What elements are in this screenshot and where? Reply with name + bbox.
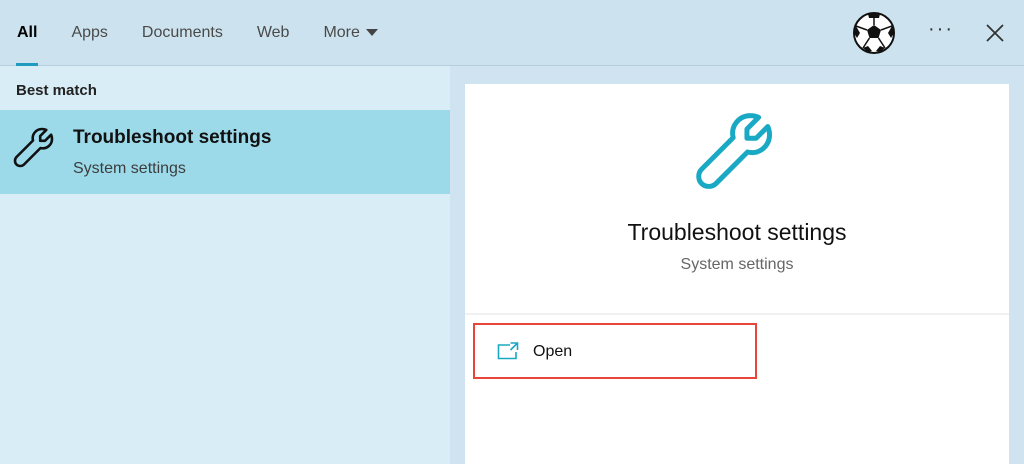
open-label: Open <box>533 343 573 360</box>
caret-down-icon <box>365 29 378 36</box>
open-icon <box>497 342 519 360</box>
header-actions: ··· <box>852 0 1004 66</box>
tab-web[interactable]: Web <box>240 0 307 66</box>
section-label: Best match <box>16 82 97 99</box>
tab-all[interactable]: All <box>0 0 54 66</box>
tab-apps[interactable]: Apps <box>54 0 124 66</box>
detail-title: Troubleshoot settings <box>627 219 847 245</box>
best-match-subtitle: System settings <box>73 160 186 177</box>
search-header: All Apps Documents Web More ··· <box>0 0 1024 66</box>
close-button[interactable] <box>986 24 1004 42</box>
tab-more-label: More <box>323 24 360 41</box>
ellipsis-icon[interactable]: ··· <box>928 19 954 47</box>
best-match-title: Troubleshoot settings <box>73 127 272 148</box>
detail-pane: Troubleshoot settings System settings Op… <box>465 84 1009 464</box>
detail-subtitle: System settings <box>680 256 794 273</box>
soccer-ball-icon[interactable] <box>852 11 896 55</box>
wrench-icon <box>696 113 773 189</box>
open-button[interactable]: Open <box>473 323 757 379</box>
tab-more[interactable]: More <box>306 0 394 66</box>
close-icon <box>986 24 1004 42</box>
divider <box>465 313 1009 315</box>
wrench-icon <box>13 127 54 168</box>
results-pane: Best match Troubleshoot settings System … <box>0 66 450 464</box>
tab-documents[interactable]: Documents <box>125 0 240 66</box>
filter-tabs: All Apps Documents Web More <box>0 0 395 66</box>
best-match-item[interactable]: Troubleshoot settings System settings <box>0 110 450 194</box>
